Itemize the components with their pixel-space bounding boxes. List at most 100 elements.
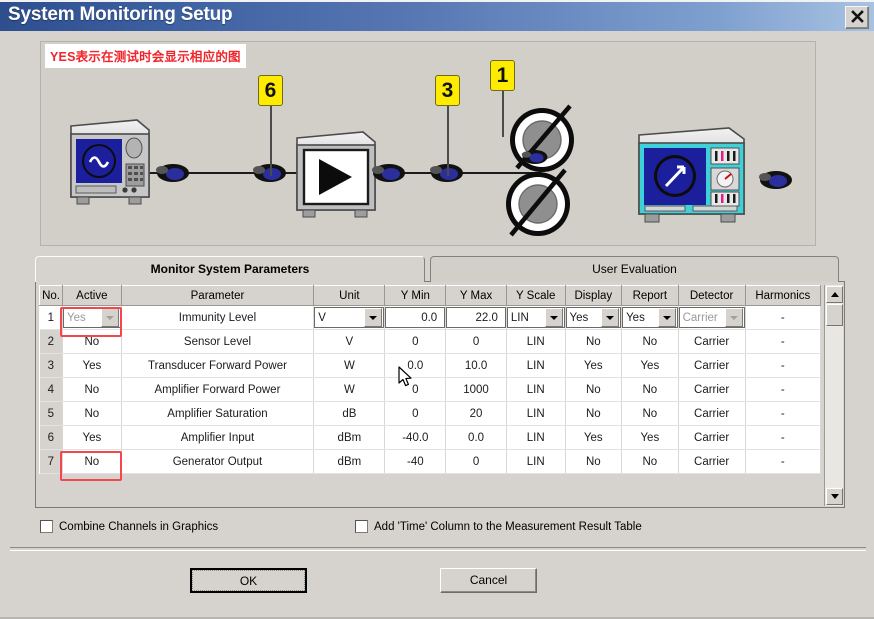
cell-y-max[interactable]: 10.0	[445, 353, 507, 378]
cell-active[interactable]: Yes	[62, 353, 122, 378]
scroll-up-button[interactable]	[826, 286, 843, 303]
cell-parameter[interactable]: Sensor Level	[121, 329, 315, 354]
cell-harmonics[interactable]: -	[745, 353, 822, 378]
cancel-button[interactable]: Cancel	[440, 568, 537, 593]
cell-y-max[interactable]: 0	[445, 329, 507, 354]
chevron-down-icon[interactable]	[544, 308, 563, 327]
tab-monitor-system-parameters[interactable]: Monitor System Parameters	[35, 256, 425, 282]
cell-y-max[interactable]: 20	[445, 401, 507, 426]
cell-active[interactable]: Yes	[62, 425, 122, 450]
col-header-harmonics[interactable]: Harmonics	[744, 285, 822, 306]
table-row[interactable]: 6 Yes Amplifier Input dBm -40.0 0.0 LIN …	[39, 425, 822, 450]
cell-report[interactable]: Yes	[621, 425, 679, 450]
scrollbar-track[interactable]	[826, 327, 842, 487]
ok-button[interactable]: OK	[190, 568, 307, 593]
col-header-y-min[interactable]: Y Min	[384, 285, 447, 306]
cell-parameter[interactable]: Amplifier Forward Power	[121, 377, 315, 402]
cell-y-min[interactable]: 0	[384, 329, 447, 354]
chevron-down-icon[interactable]	[601, 308, 620, 327]
cell-detector[interactable]: Carrier	[678, 329, 746, 354]
cell-report[interactable]: Yes	[621, 353, 679, 378]
cell-active[interactable]: Yes	[62, 305, 122, 330]
cell-y-max[interactable]: 0.0	[445, 425, 507, 450]
cell-y-min[interactable]: 0	[384, 401, 447, 426]
col-header-y-max[interactable]: Y Max	[445, 285, 507, 306]
col-header-no[interactable]: No.	[38, 285, 64, 306]
cell-y-scale[interactable]: LIN	[506, 329, 566, 354]
table-row[interactable]: 1 Yes Immunity Level V 0.0 22.0 LIN Yes …	[39, 305, 822, 330]
cell-active[interactable]: No	[62, 401, 122, 426]
cell-y-scale[interactable]: LIN	[506, 305, 566, 330]
close-button[interactable]	[845, 6, 869, 29]
combine-channels-checkbox-row[interactable]: Combine Channels in Graphics	[40, 520, 218, 533]
display-dropdown-row1[interactable]: Yes	[565, 307, 621, 328]
report-dropdown-row1[interactable]: Yes	[622, 307, 678, 328]
col-header-report[interactable]: Report	[621, 285, 679, 306]
cell-y-max[interactable]: 22.0	[445, 305, 507, 330]
unit-dropdown-row1[interactable]: V	[314, 307, 384, 328]
cell-display[interactable]: Yes	[565, 305, 623, 330]
cell-parameter[interactable]: Amplifier Saturation	[121, 401, 315, 426]
cell-display[interactable]: No	[565, 449, 623, 474]
cell-unit[interactable]: W	[313, 377, 386, 402]
cell-parameter[interactable]: Generator Output	[121, 449, 315, 474]
cell-unit[interactable]: V	[313, 329, 386, 354]
table-row[interactable]: 7 No Generator Output dBm -40 0 LIN No N…	[39, 449, 822, 474]
col-header-display[interactable]: Display	[564, 285, 623, 306]
chevron-down-icon[interactable]	[364, 308, 383, 327]
cell-y-scale[interactable]: LIN	[506, 401, 566, 426]
cell-y-max[interactable]: 1000	[445, 377, 507, 402]
cell-y-scale[interactable]: LIN	[506, 425, 566, 450]
cell-y-scale[interactable]: LIN	[506, 377, 566, 402]
col-header-unit[interactable]: Unit	[313, 285, 386, 306]
cell-detector[interactable]: Carrier	[678, 377, 746, 402]
add-time-column-checkbox[interactable]	[355, 520, 368, 533]
cell-detector[interactable]: Carrier	[678, 425, 746, 450]
add-time-column-checkbox-row[interactable]: Add 'Time' Column to the Measurement Res…	[355, 520, 642, 533]
scrollbar-thumb[interactable]	[826, 304, 843, 326]
cell-y-max[interactable]: 0	[445, 449, 507, 474]
cell-parameter[interactable]: Amplifier Input	[121, 425, 315, 450]
cell-y-min[interactable]: -40.0	[384, 425, 447, 450]
y-min-input-row1[interactable]: 0.0	[385, 307, 445, 328]
cell-display[interactable]: No	[565, 329, 623, 354]
cell-harmonics[interactable]: -	[745, 377, 822, 402]
table-row[interactable]: 3 Yes Transducer Forward Power W 0.0 10.…	[39, 353, 822, 378]
cell-detector[interactable]: Carrier	[678, 305, 746, 330]
cell-harmonics[interactable]: -	[745, 425, 822, 450]
scroll-down-button[interactable]	[826, 488, 843, 505]
chevron-down-icon[interactable]	[657, 308, 676, 327]
cell-unit[interactable]: V	[313, 305, 386, 330]
cell-harmonics[interactable]: -	[745, 401, 822, 426]
cell-parameter[interactable]: Transducer Forward Power	[121, 353, 315, 378]
cell-unit[interactable]: dB	[313, 401, 386, 426]
cell-harmonics[interactable]: -	[745, 449, 822, 474]
cell-report[interactable]: No	[621, 401, 679, 426]
table-vertical-scrollbar[interactable]	[824, 285, 843, 506]
detector-dropdown-row1[interactable]: Carrier	[678, 307, 745, 328]
cell-detector[interactable]: Carrier	[678, 449, 746, 474]
cell-unit[interactable]: dBm	[313, 449, 386, 474]
table-row[interactable]: 5 No Amplifier Saturation dB 0 20 LIN No…	[39, 401, 822, 426]
tab-user-evaluation[interactable]: User Evaluation	[430, 256, 839, 282]
cell-report[interactable]: Yes	[621, 305, 679, 330]
y-max-input-row1[interactable]: 22.0	[446, 307, 506, 328]
cell-report[interactable]: No	[621, 377, 679, 402]
cell-unit[interactable]: dBm	[313, 425, 386, 450]
cell-y-scale[interactable]: LIN	[506, 353, 566, 378]
chevron-down-icon[interactable]	[100, 308, 119, 327]
cell-report[interactable]: No	[621, 449, 679, 474]
cell-display[interactable]: Yes	[565, 353, 623, 378]
cell-display[interactable]: No	[565, 401, 623, 426]
combine-channels-checkbox[interactable]	[40, 520, 53, 533]
cell-display[interactable]: No	[565, 377, 623, 402]
cell-active[interactable]: No	[62, 329, 122, 354]
y-scale-dropdown-row1[interactable]: LIN	[506, 307, 565, 328]
cell-y-scale[interactable]: LIN	[506, 449, 566, 474]
cell-detector[interactable]: Carrier	[678, 353, 746, 378]
cell-harmonics[interactable]: -	[745, 305, 822, 330]
cell-y-min[interactable]: 0.0	[384, 305, 447, 330]
col-header-detector[interactable]: Detector	[677, 285, 746, 306]
cell-unit[interactable]: W	[313, 353, 386, 378]
col-header-y-scale[interactable]: Y Scale	[505, 285, 566, 306]
